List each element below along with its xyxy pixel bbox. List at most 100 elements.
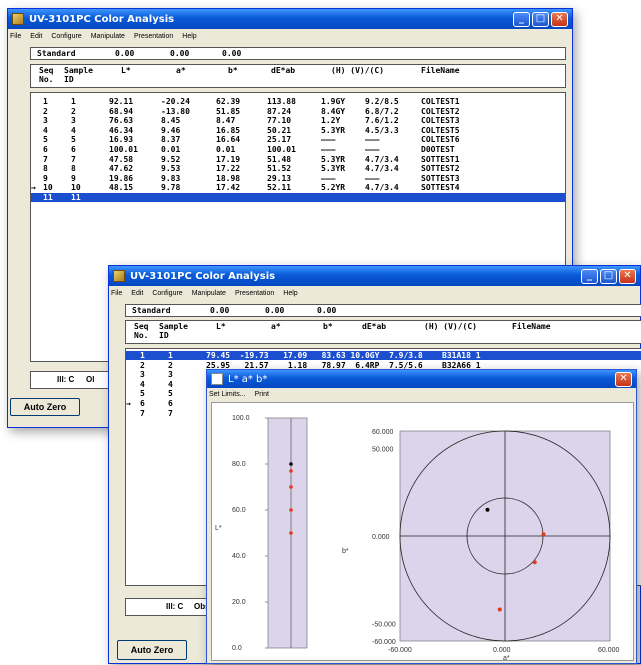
menu-print[interactable]: Print [255, 391, 269, 398]
cell-l: 47.58 [109, 154, 134, 164]
ab-data-point [485, 507, 490, 512]
standard-row: Standard 0.00 0.00 0.00 [30, 47, 566, 60]
menu-file[interactable]: File [10, 33, 21, 40]
menu-file[interactable]: File [111, 290, 122, 297]
menu-manipulate[interactable]: Manipulate [91, 33, 125, 40]
cell-seq: 9 [43, 173, 48, 183]
cell-h: ——— [321, 145, 336, 154]
table-row[interactable]: 7 7 47.58 9.52 17.19 51.48 5.3YR 4.7/3.4 SOTTEST… [31, 155, 565, 164]
close-icon[interactable]: ✕ [551, 11, 568, 27]
lab-plot-window: L* a* b* ✕ Set Limits... Print 0.0 20.0 40… [206, 369, 637, 664]
header-sample: Sample ID [64, 66, 93, 84]
cell-l: 46.34 [109, 125, 134, 135]
cell-l: 92.11 [109, 97, 134, 106]
title-bar[interactable]: UV-3101PC Color Analysis _ □ ✕ [8, 9, 572, 29]
cell-vc: 4.5/3.3 [365, 125, 399, 135]
table-row[interactable]: 9 9 19.86 9.83 18.98 29.13 ——— ——— SOTTEST3 [31, 174, 565, 183]
cell-seq: 5 [140, 389, 145, 399]
cell-id: 4 [168, 379, 173, 389]
cell-b: 51.85 [216, 106, 241, 116]
menu-configure[interactable]: Configure [152, 290, 182, 297]
table-row[interactable]: 2 2 68.94 -13.80 51.85 87.24 8.4GY 6.8/7.2 COLTE… [31, 107, 565, 116]
menu-configure[interactable]: Configure [51, 33, 81, 40]
cell-seq: 10 [43, 183, 53, 193]
cell-seq: 8 [43, 164, 48, 174]
table-row[interactable]: 11 11 [31, 193, 565, 202]
cell-file: SOTTEST4 [421, 183, 460, 193]
menu-presentation[interactable]: Presentation [134, 33, 173, 40]
menu-manipulate[interactable]: Manipulate [192, 290, 226, 297]
cell-h: 1.2Y [321, 116, 341, 126]
table-row[interactable]: 1 1 92.11 -20.24 62.39 113.88 1.9GY 9.2/8.5 COLT… [31, 97, 565, 106]
menu-edit[interactable]: Edit [30, 33, 42, 40]
menu-help[interactable]: Help [182, 33, 196, 40]
minimize-icon[interactable]: _ [513, 11, 530, 27]
cell-seq: 6 [140, 399, 145, 408]
auto-zero-button[interactable]: Auto Zero [10, 398, 80, 416]
row-pointer-icon: → [126, 399, 131, 408]
l-data-point [289, 485, 293, 489]
table-row[interactable]: 3 3 76.63 8.45 8.47 77.10 1.2Y 7.6/1.2 COLTEST3 [31, 116, 565, 125]
app-icon [113, 270, 125, 282]
app-icon [12, 13, 24, 25]
header-hvc: (H) (V)/(C) [424, 322, 477, 331]
cell-file: SOTTEST3 [421, 173, 460, 183]
cell-file: COLTEST5 [421, 125, 460, 135]
ab-data-point [541, 532, 546, 537]
menu-edit[interactable]: Edit [131, 290, 143, 297]
cell-id: 11 [71, 193, 81, 202]
header-filename: FileName [512, 322, 551, 331]
minimize-icon[interactable]: _ [581, 268, 598, 284]
plot-window-title: L* a* b* [228, 373, 268, 385]
b-tick-label: 60.000 [372, 429, 394, 436]
table-row[interactable]: 5 5 16.93 8.37 16.64 25.17 ——— ——— COLTEST6 [31, 135, 565, 144]
cell-vc: ——— [365, 173, 380, 183]
cell-vc: 7.6/1.2 [365, 116, 399, 126]
close-icon[interactable]: ✕ [615, 371, 632, 387]
cell-vc: 6.8/7.2 [365, 106, 399, 116]
header-hvc: (H) (V)/(C) [331, 66, 384, 75]
maximize-icon[interactable]: □ [532, 11, 549, 27]
cell-seq: 3 [140, 370, 145, 380]
close-icon[interactable]: ✕ [619, 268, 636, 284]
b-axis-label: b* [342, 548, 349, 555]
cell-l: 76.63 [109, 116, 134, 126]
cell-b: 17.22 [216, 164, 241, 174]
l-data-point [289, 531, 293, 535]
b-tick-label: -50.000 [372, 622, 396, 629]
cell-id: 1 [168, 351, 173, 360]
illuminant-label: Ill: C [166, 602, 184, 611]
cell-de: 29.13 [267, 173, 292, 183]
cell-b: 8.47 [216, 116, 236, 126]
title-bar-2[interactable]: UV-3101PC Color Analysis _ □ ✕ [109, 266, 640, 286]
table-row[interactable]: 10 10 48.15 9.78 17.42 52.11 5.2YR 4.7/3.4 SOTTE… [31, 183, 565, 192]
cell-de: 77.10 [267, 116, 292, 126]
table-row[interactable]: 4 4 46.34 9.46 16.85 50.21 5.3YR 4.5/3.3 COLTEST… [31, 126, 565, 135]
menu-set-limits[interactable]: Set Limits... [209, 391, 246, 398]
cell-de: 100.01 [267, 145, 296, 154]
maximize-icon[interactable]: □ [600, 268, 617, 284]
cell-id: 4 [71, 125, 76, 135]
cell-l: 100.01 [109, 145, 138, 154]
table-row[interactable]: 8 8 47.62 9.53 17.22 51.52 5.3YR 4.7/3.4 SOTTEST… [31, 164, 565, 173]
cell-file: COLTEST2 [421, 106, 460, 116]
menu-presentation[interactable]: Presentation [235, 290, 274, 297]
table-row[interactable]: 1 1 79.45 -19.73 17.09 83.63 10.0GY 7.9/3.… [126, 351, 641, 360]
header-l: L* [216, 322, 226, 331]
cell-h: 1.9GY [321, 97, 346, 106]
auto-zero-button-2[interactable]: Auto Zero [117, 640, 187, 660]
cell-h: 5.3YR [321, 125, 346, 135]
cell-seq: 3 [43, 116, 48, 126]
standard-a: 0.00 [170, 49, 190, 58]
b-tick-label: 0.000 [372, 534, 390, 541]
standard-a: 0.00 [265, 306, 285, 315]
cell-vc: 4.7/3.4 [365, 183, 399, 193]
a-tick-label: 60.000 [598, 647, 620, 654]
plot-title-bar[interactable]: L* a* b* ✕ [207, 370, 636, 388]
table-row[interactable]: 6 6 100.01 0.01 0.01 100.01 ——— ——— D0OTEST [31, 145, 565, 154]
cell-l: 48.15 [109, 183, 134, 193]
menu-help[interactable]: Help [283, 290, 297, 297]
cell-vc: ——— [365, 135, 380, 145]
standard-b: 0.00 [222, 49, 242, 58]
cell-de: 51.52 [267, 164, 292, 174]
